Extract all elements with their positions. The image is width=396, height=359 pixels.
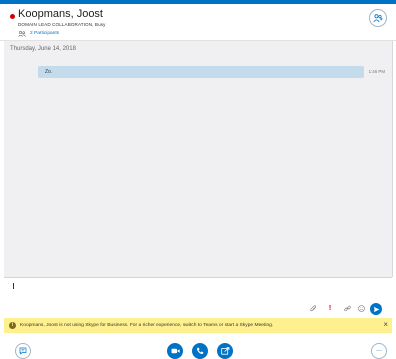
contact-title-status: DOMAIN LEAD COLLABORATION, Busy [18, 22, 106, 27]
notification-banner: i Koopmans, Joost is not using Skype for… [4, 318, 392, 333]
message-text: Zo. [45, 69, 53, 75]
video-call-button[interactable] [167, 343, 183, 359]
info-icon: i [9, 322, 16, 329]
link-icon[interactable] [343, 304, 351, 312]
message-time: 1:46 PM [368, 69, 385, 74]
share-screen-icon [220, 347, 229, 355]
text-cursor [13, 283, 14, 289]
im-toggle-button[interactable] [15, 343, 31, 359]
add-participants-icon [373, 13, 383, 22]
participants-icon [18, 30, 26, 37]
audio-call-button[interactable] [192, 343, 208, 359]
contact-name[interactable]: Koopmans, Joost [18, 8, 103, 20]
contact-title: DOMAIN LEAD COLLABORATION [18, 22, 93, 27]
notification-close-button[interactable]: × [383, 321, 388, 329]
message-bubble[interactable]: Zo. [38, 66, 364, 78]
send-icon [373, 306, 379, 312]
conversation-header: Koopmans, Joost DOMAIN LEAD COLLABORATIO… [0, 4, 396, 41]
important-icon[interactable]: ! [326, 304, 334, 312]
participants-label[interactable]: 2 Participants [30, 31, 59, 36]
compose-area[interactable]: ! [4, 277, 392, 318]
conversation-toolbar: ... [0, 333, 396, 359]
send-button[interactable] [370, 303, 382, 315]
attachment-icon[interactable] [309, 304, 317, 312]
share-screen-button[interactable] [217, 343, 233, 359]
chat-icon [19, 347, 27, 355]
more-options-icon: ... [376, 346, 382, 353]
conversation-history: Thursday, June 14, 2018 Zo. 1:46 PM [4, 41, 392, 277]
window-right-divider [392, 41, 393, 277]
more-options-button[interactable]: ... [371, 343, 387, 359]
notification-text: Koopmans, Joost is not using Skype for B… [20, 323, 274, 328]
add-participants-button[interactable] [369, 9, 387, 27]
video-icon [171, 348, 180, 354]
conversation-date: Thursday, June 14, 2018 [10, 46, 76, 52]
participants-link[interactable]: 2 Participants [18, 30, 59, 37]
phone-icon [196, 347, 204, 355]
contact-status: Busy [94, 22, 106, 27]
emoticon-icon[interactable] [357, 304, 365, 312]
presence-busy-indicator [10, 14, 15, 19]
